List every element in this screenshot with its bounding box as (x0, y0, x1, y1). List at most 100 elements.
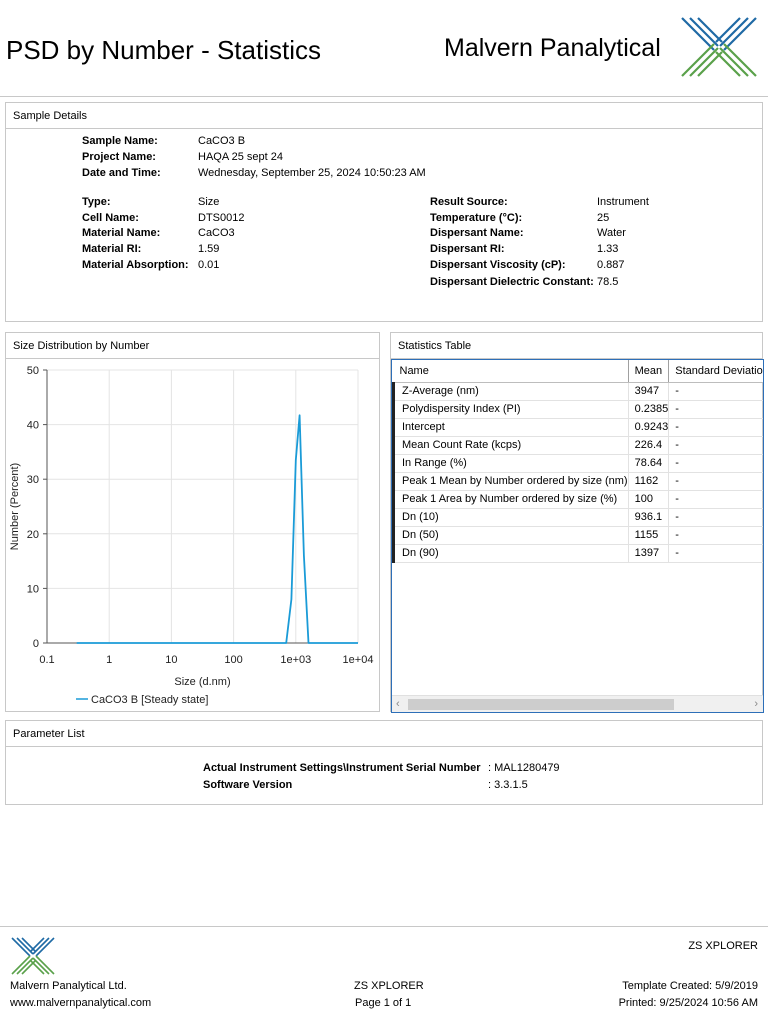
sample-name-value: CaCO3 B (198, 135, 246, 147)
cell-sd: - (668, 454, 763, 473)
dispersant-name-label: Dispersant Name: (430, 227, 524, 239)
scrollbar-thumb[interactable] (408, 699, 674, 710)
column-header-standard-deviation[interactable]: Standard Deviatio (668, 360, 763, 383)
size-distribution-panel: Size Distribution by Number 0.1 1 10 100 1e+… (5, 332, 380, 712)
footer-company: Malvern Panalytical Ltd. (10, 980, 127, 992)
cell-mean: 0.2385 (628, 400, 670, 419)
y-tick-label: 20 (27, 529, 39, 541)
footer-template-created: Template Created: 5/9/2019 (622, 980, 758, 992)
dispersant-dielectric-label: Dispersant Dielectric Constant: (430, 276, 594, 288)
material-absorption-value: 0.01 (198, 259, 220, 271)
size-distribution-chart: 0.1 1 10 100 1e+03 1e+04 0 10 20 30 40 50 CaCO3 B [S… (9, 365, 373, 706)
y-tick-label: 50 (27, 365, 39, 377)
software-version-label: Software Version (203, 779, 293, 791)
table-row[interactable]: Mean Count Rate (kcps) 226.4- (392, 436, 763, 455)
sample-name-label: Sample Name: (82, 135, 158, 147)
statistics-grid[interactable]: Name Mean Standard Deviatio Z-Average (n… (391, 359, 764, 713)
footer-page-number: Page 1 of 1 (355, 997, 412, 1009)
software-version-value: : 3.3.1.5 (488, 779, 528, 791)
material-ri-value: 1.59 (198, 243, 220, 255)
cell-mean: 936.1 (628, 508, 670, 527)
malvern-logo-small-icon (11, 937, 55, 975)
type-row: Type: Size (82, 195, 219, 210)
temperature-row: Temperature (°C): 25 (430, 211, 609, 226)
table-row[interactable]: Peak 1 Mean by Number ordered by size (n… (392, 472, 763, 491)
size-distribution-title: Size Distribution by Number (6, 333, 379, 359)
cell-name: Dn (10) (392, 508, 629, 527)
table-row[interactable]: Dn (10) 936.1- (392, 508, 763, 527)
legend-label: CaCO3 B [Steady state] (91, 694, 208, 706)
cell-name: Z-Average (nm) (392, 382, 629, 401)
y-tick-label: 10 (27, 583, 39, 595)
dispersant-ri-label: Dispersant RI: (430, 243, 505, 255)
dispersant-viscosity-row: Dispersant Viscosity (cP): 0.887 (430, 258, 625, 273)
date-time-row: Date and Time: Wednesday, September 25, … (82, 166, 426, 181)
table-row[interactable]: Polydispersity Index (PI) 0.2385- (392, 400, 763, 419)
cell-sd: - (668, 400, 763, 419)
software-version-row: Software Version : 3.3.1.5 (203, 778, 528, 793)
footer-printed: Printed: 9/25/2024 10:56 AM (618, 997, 758, 1009)
statistics-panel: Statistics Table Name Mean Standard Devi… (390, 332, 764, 713)
footer-product-right: ZS XPLORER (688, 940, 758, 952)
cell-name: Polydispersity Index (PI) (392, 400, 629, 419)
cell-name-label: Cell Name: (82, 212, 139, 224)
y-tick-label: 40 (27, 420, 39, 432)
type-label: Type: (82, 196, 111, 208)
material-name-value: CaCO3 (198, 227, 235, 239)
cell-mean: 0.9243 (628, 418, 670, 437)
table-row[interactable]: Dn (90) 1397- (392, 544, 763, 563)
column-header-mean[interactable]: Mean (628, 360, 670, 383)
cell-name: Mean Count Rate (kcps) (392, 436, 629, 455)
footer-product-center: ZS XPLORER (354, 980, 424, 992)
material-absorption-label: Material Absorption: (82, 259, 189, 271)
plot-area (47, 370, 358, 643)
scroll-left-icon[interactable]: ‹ (396, 696, 400, 712)
y-tick-label: 0 (33, 638, 39, 650)
table-header-row: Name Mean Standard Deviatio (393, 360, 763, 383)
x-tick-label: 1 (106, 654, 112, 666)
table-row[interactable]: Intercept 0.9243- (392, 418, 763, 437)
dispersant-name-row: Dispersant Name: Water (430, 226, 626, 241)
statistics-table: Name Mean Standard Deviatio Z-Average (n… (392, 360, 763, 563)
cell-sd: - (668, 418, 763, 437)
page-title: PSD by Number - Statistics (6, 35, 321, 65)
parameter-list-panel: Parameter List Actual Instrument Setting… (5, 720, 763, 805)
cell-mean: 1155 (628, 526, 670, 545)
serial-number-label: Actual Instrument Settings\Instrument Se… (203, 762, 481, 774)
table-row[interactable]: Z-Average (nm) 3947- (392, 382, 763, 401)
table-row[interactable]: Peak 1 Area by Number ordered by size (%… (392, 490, 763, 509)
cell-sd: - (668, 382, 763, 401)
malvern-logo-icon (681, 17, 757, 77)
cell-sd: - (668, 472, 763, 491)
column-header-name[interactable]: Name (393, 360, 629, 383)
project-name-value: HAQA 25 sept 24 (198, 151, 283, 163)
result-source-value: Instrument (597, 196, 649, 208)
cell-name: In Range (%) (392, 454, 629, 473)
x-tick-label: 1e+03 (280, 654, 311, 666)
cell-sd: - (668, 508, 763, 527)
x-tick-label: 0.1 (39, 654, 54, 666)
table-row[interactable]: Dn (50) 1155- (392, 526, 763, 545)
cell-mean: 1397 (628, 544, 670, 563)
dispersant-viscosity-label: Dispersant Viscosity (cP): (430, 259, 566, 271)
scroll-right-icon[interactable]: › (754, 696, 758, 712)
horizontal-scrollbar[interactable]: ‹ › (392, 695, 763, 712)
dispersant-ri-row: Dispersant RI: 1.33 (430, 242, 618, 257)
cell-name: Dn (50) (392, 526, 629, 545)
parameter-list-title: Parameter List (6, 721, 762, 747)
cell-mean: 78.64 (628, 454, 670, 473)
cell-sd: - (668, 526, 763, 545)
date-time-value: Wednesday, September 25, 2024 10:50:23 A… (198, 167, 426, 179)
material-name-row: Material Name: CaCO3 (82, 226, 235, 241)
dispersant-viscosity-value: 0.887 (597, 259, 625, 271)
cell-mean: 226.4 (628, 436, 670, 455)
table-row[interactable]: In Range (%) 78.64- (392, 454, 763, 473)
cell-name: Intercept (392, 418, 629, 437)
dispersant-name-value: Water (597, 227, 626, 239)
material-ri-row: Material RI: 1.59 (82, 242, 219, 257)
dispersant-dielectric-row: Dispersant Dielectric Constant: 78.5 (430, 275, 618, 290)
cell-name-value: DTS0012 (198, 212, 245, 224)
cell-mean: 100 (628, 490, 670, 509)
cell-sd: - (668, 436, 763, 455)
cell-name: Peak 1 Mean by Number ordered by size (n… (392, 472, 629, 491)
